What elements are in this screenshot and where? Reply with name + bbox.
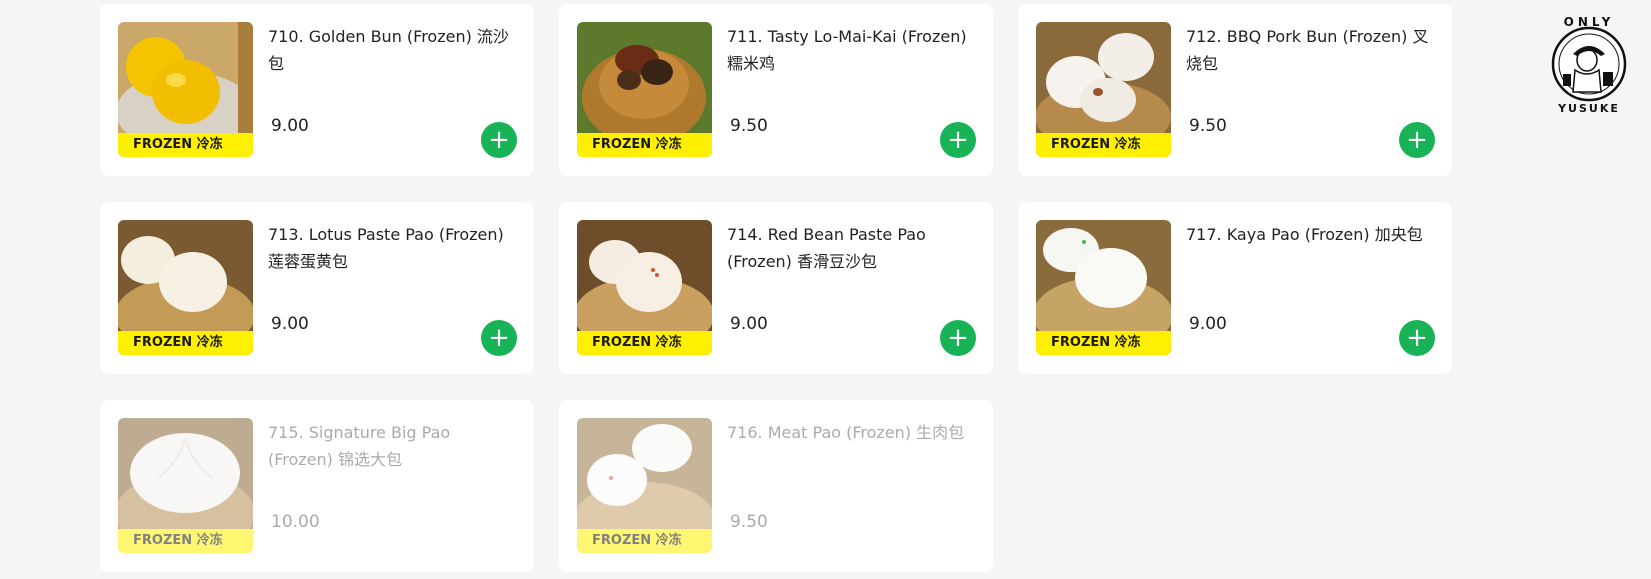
- product-card[interactable]: FROZEN 冷冻 717. Kaya Pao (Frozen) 加央包 9.0…: [1018, 202, 1452, 374]
- product-image[interactable]: FROZEN 冷冻: [118, 22, 253, 157]
- product-image[interactable]: FROZEN 冷冻: [577, 22, 712, 157]
- add-to-cart-button[interactable]: +: [940, 320, 976, 356]
- add-to-cart-button[interactable]: +: [481, 122, 517, 158]
- frozen-badge: FROZEN 冷冻: [118, 529, 253, 553]
- add-to-cart-button[interactable]: +: [481, 320, 517, 356]
- frozen-badge: FROZEN 冷冻: [118, 133, 253, 157]
- product-image[interactable]: FROZEN 冷冻: [118, 220, 253, 355]
- product-price: 9.00: [271, 314, 309, 334]
- product-title[interactable]: 714. Red Bean Paste Pao (Frozen) 香滑豆沙包: [727, 221, 975, 275]
- frozen-badge: FROZEN 冷冻: [577, 331, 712, 355]
- product-price: 9.00: [1189, 314, 1227, 334]
- product-title[interactable]: 712. BBQ Pork Bun (Frozen) 叉烧包: [1186, 23, 1434, 77]
- product-card[interactable]: FROZEN 冷冻 714. Red Bean Paste Pao (Froze…: [559, 202, 993, 374]
- product-title[interactable]: 717. Kaya Pao (Frozen) 加央包: [1186, 221, 1434, 248]
- product-price: 9.00: [730, 314, 768, 334]
- product-price: 9.50: [730, 116, 768, 136]
- product-title[interactable]: 716. Meat Pao (Frozen) 生肉包: [727, 419, 975, 446]
- frozen-badge: FROZEN 冷冻: [1036, 331, 1171, 355]
- product-card[interactable]: FROZEN 冷冻 712. BBQ Pork Bun (Frozen) 叉烧包…: [1018, 4, 1452, 176]
- yusuke-logo-icon: ONLY YUSUKE: [1537, 12, 1641, 116]
- add-to-cart-button[interactable]: +: [1399, 122, 1435, 158]
- frozen-badge: FROZEN 冷冻: [1036, 133, 1171, 157]
- product-grid: FROZEN 冷冻 710. Golden Bun (Frozen) 流沙包 9…: [0, 0, 1651, 579]
- product-title[interactable]: 710. Golden Bun (Frozen) 流沙包: [268, 23, 516, 77]
- product-image[interactable]: FROZEN 冷冻: [577, 418, 712, 553]
- product-image[interactable]: FROZEN 冷冻: [1036, 220, 1171, 355]
- add-to-cart-button[interactable]: +: [1399, 320, 1435, 356]
- watermark-bottom-text: YUSUKE: [1557, 102, 1620, 115]
- frozen-badge: FROZEN 冷冻: [577, 529, 712, 553]
- product-image[interactable]: FROZEN 冷冻: [1036, 22, 1171, 157]
- product-image[interactable]: FROZEN 冷冻: [577, 220, 712, 355]
- product-title[interactable]: 715. Signature Big Pao (Frozen) 锦选大包: [268, 419, 516, 473]
- frozen-badge: FROZEN 冷冻: [577, 133, 712, 157]
- product-card[interactable]: FROZEN 冷冻 713. Lotus Paste Pao (Frozen) …: [100, 202, 534, 374]
- product-price: 10.00: [271, 512, 320, 532]
- frozen-badge: FROZEN 冷冻: [118, 331, 253, 355]
- product-price: 9.00: [271, 116, 309, 136]
- product-title[interactable]: 711. Tasty Lo-Mai-Kai (Frozen) 糯米鸡: [727, 23, 975, 77]
- product-card[interactable]: FROZEN 冷冻 710. Golden Bun (Frozen) 流沙包 9…: [100, 4, 534, 176]
- product-title[interactable]: 713. Lotus Paste Pao (Frozen) 莲蓉蛋黄包: [268, 221, 516, 275]
- watermark-top-text: ONLY: [1564, 15, 1615, 29]
- product-card[interactable]: FROZEN 冷冻 716. Meat Pao (Frozen) 生肉包 9.5…: [559, 400, 993, 572]
- add-to-cart-button[interactable]: +: [940, 122, 976, 158]
- product-price: 9.50: [730, 512, 768, 532]
- product-price: 9.50: [1189, 116, 1227, 136]
- product-card[interactable]: FROZEN 冷冻 715. Signature Big Pao (Frozen…: [100, 400, 534, 572]
- product-card[interactable]: FROZEN 冷冻 711. Tasty Lo-Mai-Kai (Frozen)…: [559, 4, 993, 176]
- product-image[interactable]: FROZEN 冷冻: [118, 418, 253, 553]
